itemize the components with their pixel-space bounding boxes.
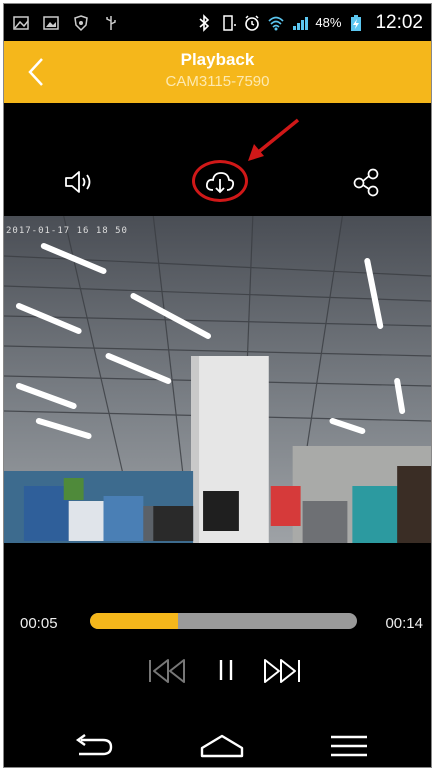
camera-name: CAM3115-7590: [165, 73, 270, 90]
usb-icon: [102, 14, 120, 32]
share-button[interactable]: [346, 164, 386, 200]
annotation-arrow-icon: [248, 118, 300, 161]
gallery-icon: [42, 14, 60, 32]
battery-percentage: 48%: [315, 15, 342, 30]
status-bar: 48% 12:02: [4, 4, 431, 41]
phone-screen: 48% 12:02 Playback CAM3115-7590 2017-01-…: [3, 3, 432, 768]
bluetooth-icon: [195, 13, 213, 32]
vibrate-icon: [219, 14, 237, 32]
video-player[interactable]: 2017-01-17 16 18 50: [4, 216, 431, 543]
previous-button[interactable]: [145, 652, 189, 690]
back-icon: [75, 734, 113, 756]
speaker-icon: [65, 171, 91, 193]
battery-charging-icon: [347, 14, 365, 32]
page-title: Playback: [180, 50, 255, 69]
total-time: 00:14: [385, 615, 423, 632]
home-icon: [200, 734, 244, 758]
share-icon: [353, 168, 379, 197]
next-icon: [264, 659, 300, 683]
nav-back-button[interactable]: [64, 726, 120, 766]
shield-icon: [72, 14, 90, 32]
progress-fill: [90, 613, 179, 629]
pause-icon: [219, 660, 233, 680]
signal-icon: [291, 14, 309, 32]
pause-button[interactable]: [204, 652, 248, 690]
nav-home-button[interactable]: [194, 726, 250, 766]
cloud-download-icon: [205, 172, 235, 194]
previous-icon: [149, 659, 185, 683]
clock: 12:02: [375, 11, 423, 33]
progress-slider[interactable]: [90, 613, 357, 629]
alarm-icon: [243, 14, 261, 32]
menu-icon: [331, 735, 367, 757]
speaker-button[interactable]: [60, 164, 100, 200]
wifi-icon: [267, 14, 285, 32]
video-frame: [4, 216, 431, 543]
next-button[interactable]: [260, 652, 304, 690]
header-bar: Playback CAM3115-7590: [4, 41, 431, 103]
nav-menu-button[interactable]: [321, 726, 377, 766]
picture-icon: [12, 14, 30, 32]
video-timestamp: 2017-01-17 16 18 50: [6, 226, 128, 236]
current-time: 00:05: [20, 615, 58, 632]
